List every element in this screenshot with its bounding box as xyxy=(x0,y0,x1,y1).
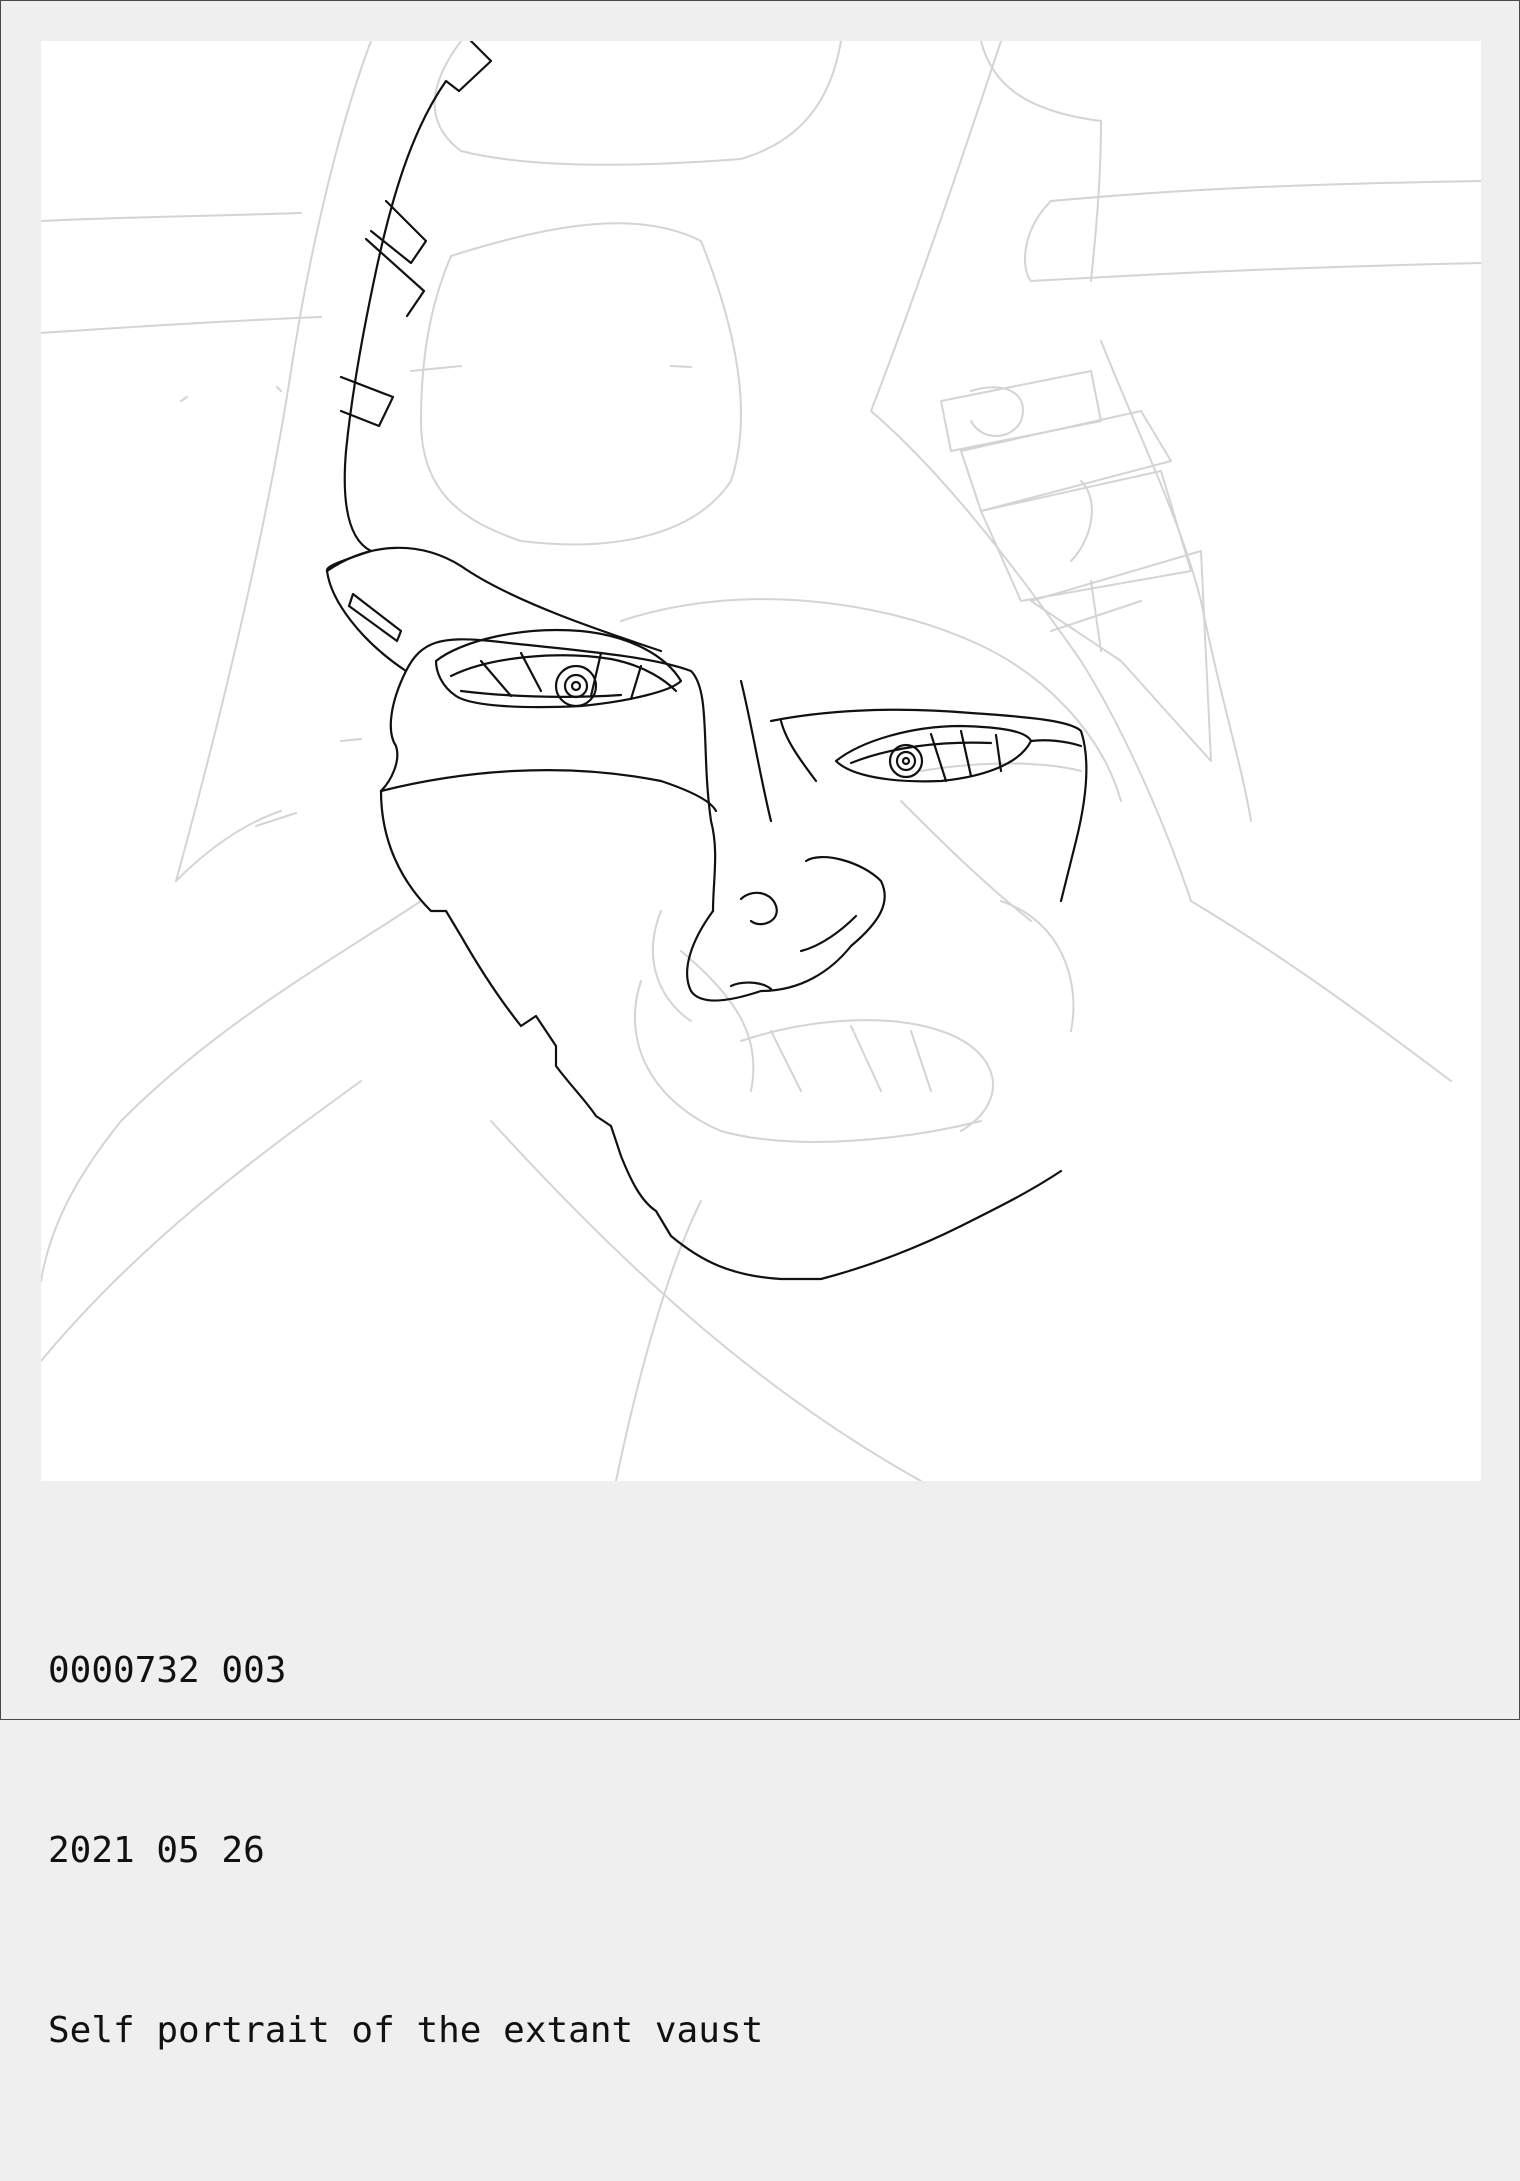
artwork-title: Self portrait of the extant vaust xyxy=(48,2010,764,2051)
artwork-id: 0000732 003 xyxy=(48,1650,287,1691)
sketch-drawing xyxy=(41,41,1481,1481)
sketch-lines xyxy=(41,41,1481,1481)
caption-block: 0000732 003 2021 05 26 Self portrait of … xyxy=(48,1521,763,2181)
artwork-date: 2021 05 26 xyxy=(48,1830,265,1871)
portrait-frame: 0000732 003 2021 05 26 Self portrait of … xyxy=(0,0,1520,2051)
drawing-canvas xyxy=(41,41,1481,1481)
ink-lines xyxy=(325,41,1088,1281)
